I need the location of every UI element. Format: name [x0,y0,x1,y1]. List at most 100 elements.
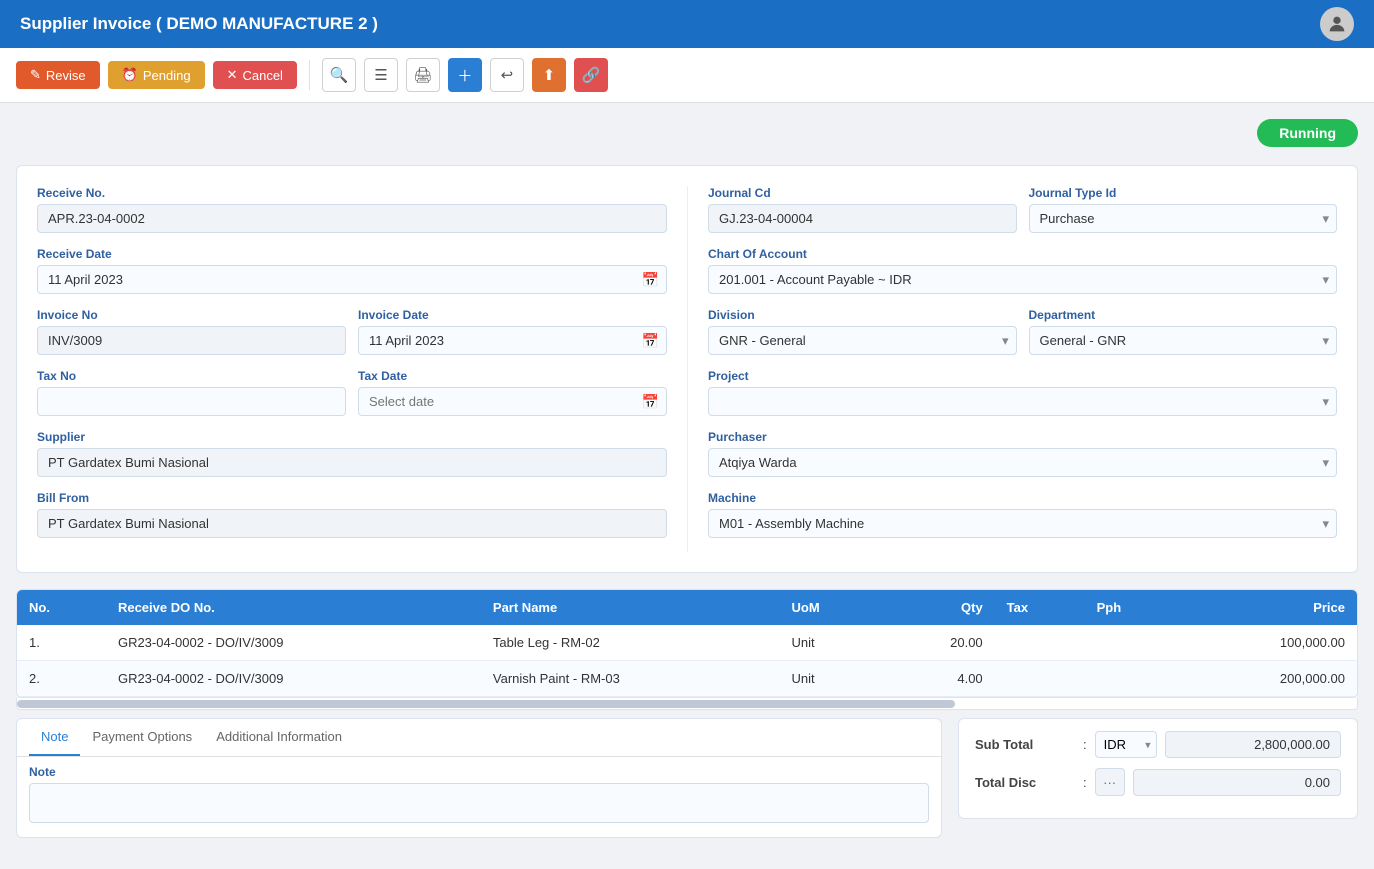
receive-no-input[interactable] [37,204,667,233]
invoice-no-label: Invoice No [37,308,346,322]
journal-cd-label: Journal Cd [708,186,1017,200]
total-disc-colon: : [1083,775,1087,790]
cell-pph [1085,661,1181,697]
table-row: 1. GR23-04-0002 - DO/IV/3009 Table Leg -… [17,625,1357,661]
total-disc-dots-btn[interactable]: ··· [1095,768,1125,796]
machine-label: Machine [708,491,1337,505]
app-title: Supplier Invoice ( DEMO MANUFACTURE 2 ) [20,14,378,34]
project-group: Project [708,369,1337,416]
invoice-date-input[interactable] [358,326,667,355]
link-icon-btn[interactable]: 🔗 [574,58,608,92]
tax-date-label: Tax Date [358,369,667,383]
machine-wrapper: M01 - Assembly Machine [708,509,1337,538]
col-no: No. [17,590,106,625]
invoice-row: Invoice No Invoice Date 📅 [37,308,667,369]
col-tax: Tax [995,590,1085,625]
tax-date-input[interactable] [358,387,667,416]
chart-of-account-group: Chart Of Account 201.001 - Account Payab… [708,247,1337,294]
list-icon-btn[interactable]: ☰ [364,58,398,92]
tab-additional-info[interactable]: Additional Information [204,719,354,756]
revise-button[interactable]: ✎ Revise [16,61,100,89]
cell-tax [995,625,1085,661]
department-select[interactable]: General - GNR [1029,326,1338,355]
journal-type-select-wrapper: Purchase Sale General [1029,204,1338,233]
department-wrapper: General - GNR [1029,326,1338,355]
cancel-button[interactable]: ✕ Cancel [213,61,297,89]
print-icon-btn[interactable]: 🖨 [406,58,440,92]
project-select[interactable] [708,387,1337,416]
form-right: Journal Cd Journal Type Id Purchase Sale… [687,186,1337,552]
plus-icon-btn[interactable]: ＋ [448,58,482,92]
col-receive-do: Receive DO No. [106,590,481,625]
sub-total-row: Sub Total : IDR USD 2,800,000.00 [975,731,1341,758]
data-table-container: No. Receive DO No. Part Name UoM Qty Tax… [16,589,1358,698]
bottom-section: Note Payment Options Additional Informat… [16,718,1358,838]
calendar-icon-3: 📅 [642,393,659,410]
tabs-bar: Note Payment Options Additional Informat… [17,719,941,757]
chart-of-account-select[interactable]: 201.001 - Account Payable ~ IDR [708,265,1337,294]
tax-no-group: Tax No [37,369,346,416]
purchaser-wrapper: Atqiya Warda [708,448,1337,477]
tax-date-wrapper: 📅 [358,387,667,416]
pending-button[interactable]: ⏰ Pending [108,61,205,89]
status-badge: Running [1257,119,1358,147]
journal-cd-group: Journal Cd [708,186,1017,233]
division-select[interactable]: GNR - General [708,326,1017,355]
col-pph: Pph [1085,590,1181,625]
total-disc-label: Total Disc [975,775,1075,790]
journal-row: Journal Cd Journal Type Id Purchase Sale… [708,186,1337,247]
machine-select[interactable]: M01 - Assembly Machine [708,509,1337,538]
department-group: Department General - GNR [1029,308,1338,355]
sub-total-currency-select[interactable]: IDR USD [1095,731,1157,758]
search-icon-btn[interactable]: 🔍 [322,58,356,92]
project-wrapper [708,387,1337,416]
purchaser-label: Purchaser [708,430,1337,444]
chart-of-account-wrapper: 201.001 - Account Payable ~ IDR [708,265,1337,294]
tax-no-label: Tax No [37,369,346,383]
user-avatar[interactable] [1320,7,1354,41]
invoice-no-input[interactable] [37,326,346,355]
cell-price: 200,000.00 [1181,661,1357,697]
tab-note[interactable]: Note [29,719,80,756]
cell-uom: Unit [780,661,883,697]
scroll-hint[interactable] [16,698,1358,710]
sub-total-colon: : [1083,737,1087,752]
division-wrapper: GNR - General [708,326,1017,355]
machine-group: Machine M01 - Assembly Machine [708,491,1337,538]
bill-from-input[interactable] [37,509,667,538]
cell-receive-do: GR23-04-0002 - DO/IV/3009 [106,661,481,697]
project-label: Project [708,369,1337,383]
supplier-input[interactable] [37,448,667,477]
col-uom: UoM [780,590,883,625]
journal-cd-input[interactable] [708,204,1017,233]
data-table: No. Receive DO No. Part Name UoM Qty Tax… [17,590,1357,697]
revise-icon: ✎ [30,67,41,83]
total-disc-row: Total Disc : ··· 0.00 [975,768,1341,796]
tax-date-group: Tax Date 📅 [358,369,667,416]
undo-icon-btn[interactable]: ↩ [490,58,524,92]
receive-date-group: Receive Date 📅 [37,247,667,294]
note-label: Note [29,765,929,779]
col-part-name: Part Name [481,590,780,625]
division-dept-row: Division GNR - General Department Genera… [708,308,1337,369]
tab-payment-options[interactable]: Payment Options [80,719,204,756]
toolbar: ✎ Revise ⏰ Pending ✕ Cancel 🔍 ☰ 🖨 ＋ ↩ ⬆ … [0,48,1374,103]
cell-qty: 4.00 [883,661,995,697]
journal-type-group: Journal Type Id Purchase Sale General [1029,186,1338,233]
purchaser-group: Purchaser Atqiya Warda [708,430,1337,477]
receive-no-group: Receive No. [37,186,667,233]
total-disc-value: 0.00 [1133,769,1341,796]
department-label: Department [1029,308,1338,322]
receive-date-input[interactable] [37,265,667,294]
calendar-icon: 📅 [642,271,659,288]
note-input[interactable] [29,783,929,823]
invoice-date-group: Invoice Date 📅 [358,308,667,355]
main-content: Running Receive No. Receive Date 📅 Invoi… [0,103,1374,854]
chart-of-account-label: Chart Of Account [708,247,1337,261]
tax-no-input[interactable] [37,387,346,416]
app-header: Supplier Invoice ( DEMO MANUFACTURE 2 ) [0,0,1374,48]
totals-section: Sub Total : IDR USD 2,800,000.00 Total D… [958,718,1358,819]
upload-icon-btn[interactable]: ⬆ [532,58,566,92]
purchaser-select[interactable]: Atqiya Warda [708,448,1337,477]
journal-type-select[interactable]: Purchase Sale General [1029,204,1338,233]
